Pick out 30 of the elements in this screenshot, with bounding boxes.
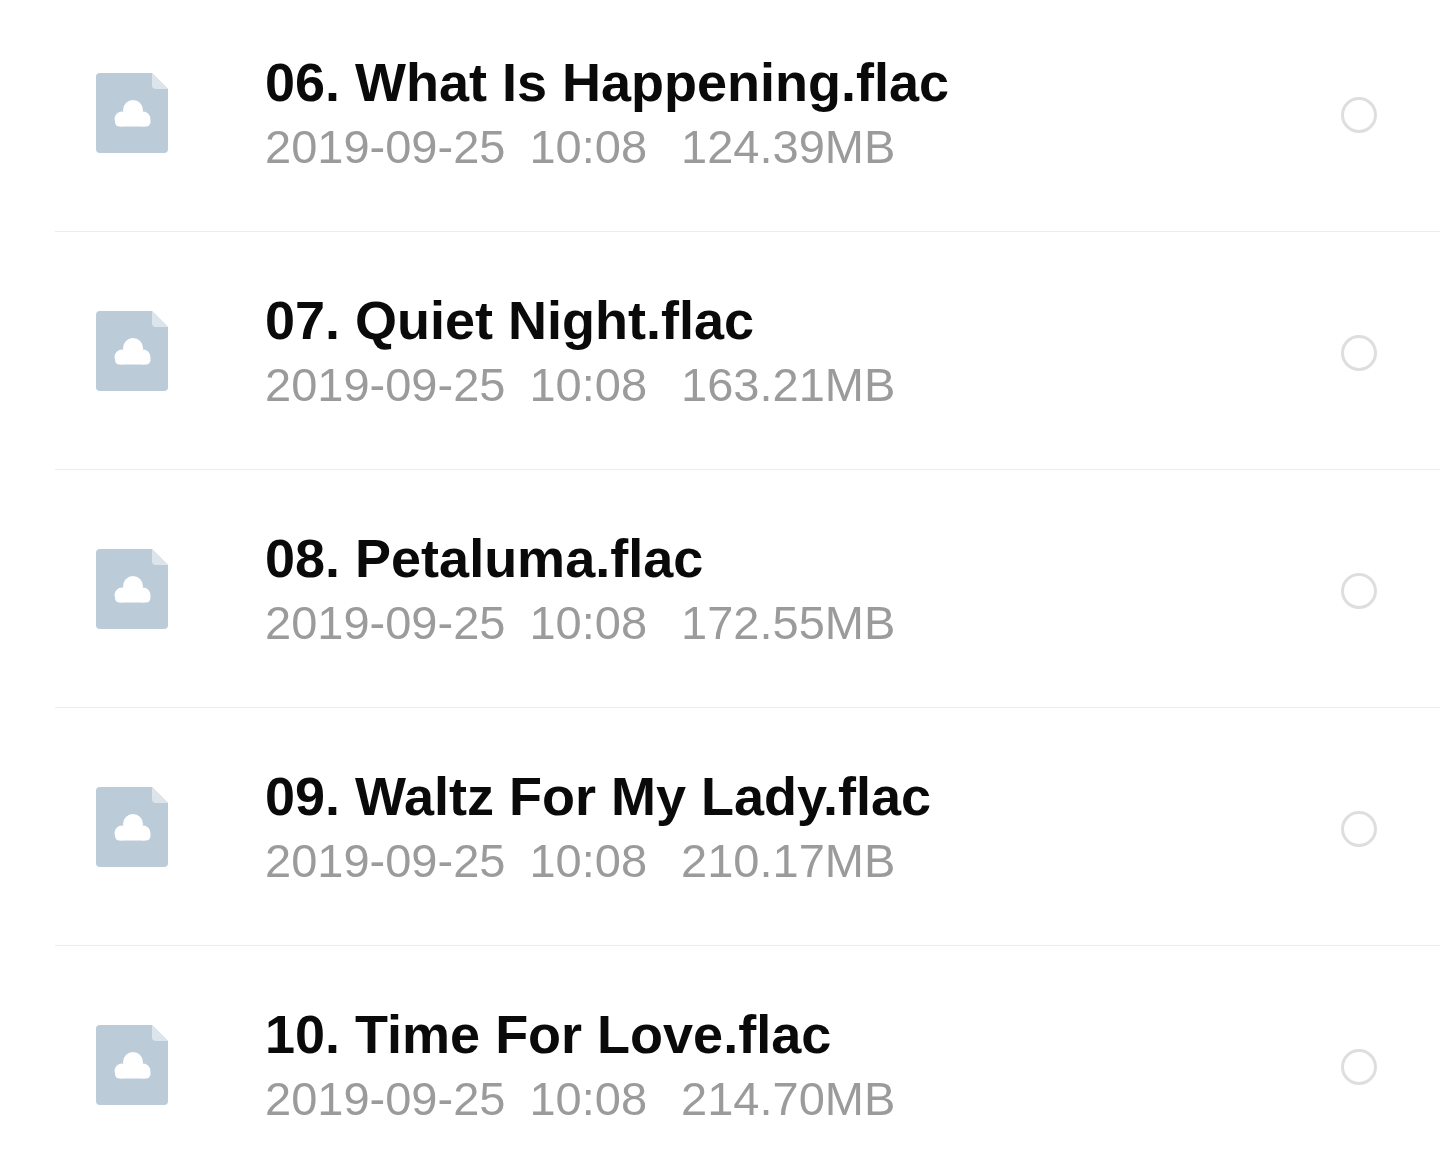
file-time: 10:08 xyxy=(529,118,648,175)
cloud-file-icon xyxy=(96,548,168,629)
file-date: 2019-09-25 xyxy=(265,118,506,175)
file-date: 2019-09-25 xyxy=(265,356,506,413)
cloud-file-icon xyxy=(96,310,168,391)
file-name: 10. Time For Love.flac xyxy=(265,1002,832,1066)
cloud-file-icon xyxy=(96,786,168,867)
file-size: 172.55MB xyxy=(681,594,896,651)
file-name: 06. What Is Happening.flac xyxy=(265,50,950,114)
radio-button[interactable] xyxy=(1341,334,1377,371)
file-time: 10:08 xyxy=(529,1070,648,1127)
radio-button[interactable] xyxy=(1341,1048,1377,1085)
file-time: 10:08 xyxy=(529,594,648,651)
file-name: 08. Petaluma.flac xyxy=(265,526,704,590)
cloud-file-icon xyxy=(96,1024,168,1105)
file-size: 214.70MB xyxy=(681,1070,896,1127)
file-size: 163.21MB xyxy=(681,356,896,413)
file-name: 07. Quiet Night.flac xyxy=(265,288,755,352)
file-time: 10:08 xyxy=(529,832,648,889)
file-size: 124.39MB xyxy=(681,118,896,175)
file-size: 210.17MB xyxy=(681,832,896,889)
file-date: 2019-09-25 xyxy=(265,594,506,651)
radio-button[interactable] xyxy=(1341,810,1377,847)
cloud-file-icon xyxy=(96,72,168,153)
radio-button[interactable] xyxy=(1341,96,1377,133)
file-date: 2019-09-25 xyxy=(265,1070,506,1127)
file-date: 2019-09-25 xyxy=(265,832,506,889)
file-time: 10:08 xyxy=(529,356,648,413)
file-name: 09. Waltz For My Lady.flac xyxy=(265,764,932,828)
radio-button[interactable] xyxy=(1341,572,1377,609)
